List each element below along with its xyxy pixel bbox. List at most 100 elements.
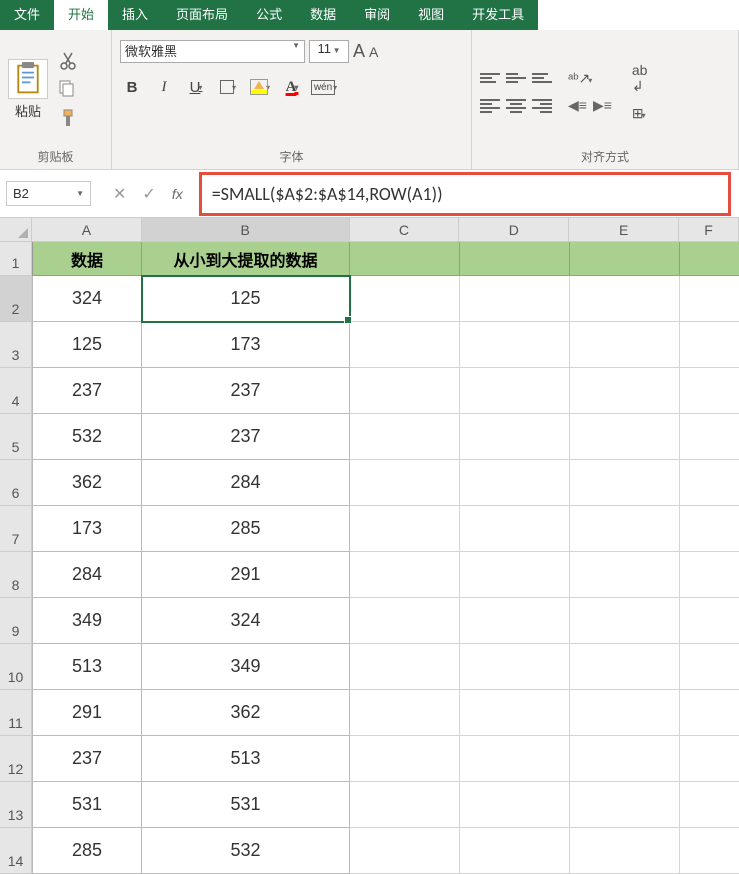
cell-D1[interactable] [460, 242, 570, 276]
increase-indent-button[interactable]: ▶≡ [593, 97, 612, 114]
cell-F4[interactable] [680, 368, 739, 414]
font-color-button[interactable]: A▾ [280, 75, 304, 99]
cell-E13[interactable] [570, 782, 680, 828]
increase-font-button[interactable]: A [353, 41, 365, 62]
cell-E4[interactable] [570, 368, 680, 414]
cell-A6[interactable]: 362 [32, 460, 142, 506]
cell-B7[interactable]: 285 [142, 506, 350, 552]
cell-C1[interactable] [350, 242, 460, 276]
align-right-button[interactable] [532, 97, 552, 115]
cell-E1[interactable] [570, 242, 680, 276]
cell-D7[interactable] [460, 506, 570, 552]
align-middle-button[interactable] [506, 69, 526, 87]
cut-button[interactable] [58, 51, 78, 71]
col-header-E[interactable]: E [569, 218, 679, 242]
cell-D2[interactable] [460, 276, 570, 322]
phonetic-button[interactable]: wén▾ [312, 75, 336, 99]
orientation-button[interactable]: ᵃᵇ↗▾ [568, 70, 592, 87]
cell-C11[interactable] [350, 690, 460, 736]
cell-B6[interactable]: 284 [142, 460, 350, 506]
tab-review[interactable]: 审阅 [350, 0, 404, 30]
row-header-1[interactable]: 1 [0, 242, 32, 276]
wrap-text-button[interactable]: ab↲ [632, 62, 648, 95]
cell-F7[interactable] [680, 506, 739, 552]
font-name-select[interactable]: 微软雅黑 ▼ [120, 40, 305, 63]
cell-B1[interactable]: 从小到大提取的数据 [142, 242, 350, 276]
bold-button[interactable]: B [120, 75, 144, 99]
cell-D5[interactable] [460, 414, 570, 460]
cell-F1[interactable] [680, 242, 739, 276]
cell-B13[interactable]: 531 [142, 782, 350, 828]
align-top-button[interactable] [480, 69, 500, 87]
cell-C8[interactable] [350, 552, 460, 598]
copy-button[interactable] [58, 79, 78, 100]
cell-D14[interactable] [460, 828, 570, 874]
cell-E10[interactable] [570, 644, 680, 690]
cell-F10[interactable] [680, 644, 739, 690]
cell-D4[interactable] [460, 368, 570, 414]
cell-A8[interactable]: 284 [32, 552, 142, 598]
cell-D13[interactable] [460, 782, 570, 828]
decrease-font-button[interactable]: A [369, 44, 378, 60]
cell-E6[interactable] [570, 460, 680, 506]
cell-B3[interactable]: 173 [142, 322, 350, 368]
row-header-12[interactable]: 12 [0, 736, 32, 782]
cell-F11[interactable] [680, 690, 739, 736]
format-painter-button[interactable] [58, 108, 78, 128]
underline-button[interactable]: U▾ [184, 75, 208, 99]
row-header-5[interactable]: 5 [0, 414, 32, 460]
fx-button[interactable]: fx [172, 186, 183, 202]
cell-C2[interactable] [350, 276, 460, 322]
border-button[interactable]: ▾ [216, 75, 240, 99]
tab-formula[interactable]: 公式 [242, 0, 296, 30]
cell-F5[interactable] [680, 414, 739, 460]
cell-A13[interactable]: 531 [32, 782, 142, 828]
row-header-6[interactable]: 6 [0, 460, 32, 506]
cell-F9[interactable] [680, 598, 739, 644]
cell-D12[interactable] [460, 736, 570, 782]
col-header-C[interactable]: C [350, 218, 460, 242]
cell-E5[interactable] [570, 414, 680, 460]
cell-A10[interactable]: 513 [32, 644, 142, 690]
row-header-10[interactable]: 10 [0, 644, 32, 690]
col-header-B[interactable]: B [142, 218, 350, 242]
cell-C12[interactable] [350, 736, 460, 782]
cell-E9[interactable] [570, 598, 680, 644]
cell-C10[interactable] [350, 644, 460, 690]
paste-button[interactable]: 粘贴 [8, 59, 48, 120]
row-header-11[interactable]: 11 [0, 690, 32, 736]
cell-A1[interactable]: 数据 [32, 242, 142, 276]
row-header-4[interactable]: 4 [0, 368, 32, 414]
cell-D6[interactable] [460, 460, 570, 506]
cell-B10[interactable]: 349 [142, 644, 350, 690]
tab-layout[interactable]: 页面布局 [162, 0, 242, 30]
align-bottom-button[interactable] [532, 69, 552, 87]
fill-color-button[interactable]: ▾ [248, 75, 272, 99]
row-header-9[interactable]: 9 [0, 598, 32, 644]
row-header-14[interactable]: 14 [0, 828, 32, 874]
italic-button[interactable]: I [152, 75, 176, 99]
cell-F14[interactable] [680, 828, 739, 874]
tab-developer[interactable]: 开发工具 [458, 0, 538, 30]
cell-A4[interactable]: 237 [32, 368, 142, 414]
row-header-7[interactable]: 7 [0, 506, 32, 552]
cell-E7[interactable] [570, 506, 680, 552]
cell-C3[interactable] [350, 322, 460, 368]
cell-B11[interactable]: 362 [142, 690, 350, 736]
cell-F12[interactable] [680, 736, 739, 782]
confirm-formula-button[interactable]: ✓ [142, 184, 155, 204]
cell-E11[interactable] [570, 690, 680, 736]
merge-button[interactable]: ⊞▾ [632, 105, 648, 122]
cell-E3[interactable] [570, 322, 680, 368]
align-left-button[interactable] [480, 97, 500, 115]
cell-B4[interactable]: 237 [142, 368, 350, 414]
cell-C5[interactable] [350, 414, 460, 460]
cell-C4[interactable] [350, 368, 460, 414]
cell-C7[interactable] [350, 506, 460, 552]
font-size-select[interactable]: 11 ▼ [309, 40, 349, 63]
cell-B5[interactable]: 237 [142, 414, 350, 460]
cell-A12[interactable]: 237 [32, 736, 142, 782]
cell-D3[interactable] [460, 322, 570, 368]
cell-F6[interactable] [680, 460, 739, 506]
col-header-A[interactable]: A [32, 218, 142, 242]
